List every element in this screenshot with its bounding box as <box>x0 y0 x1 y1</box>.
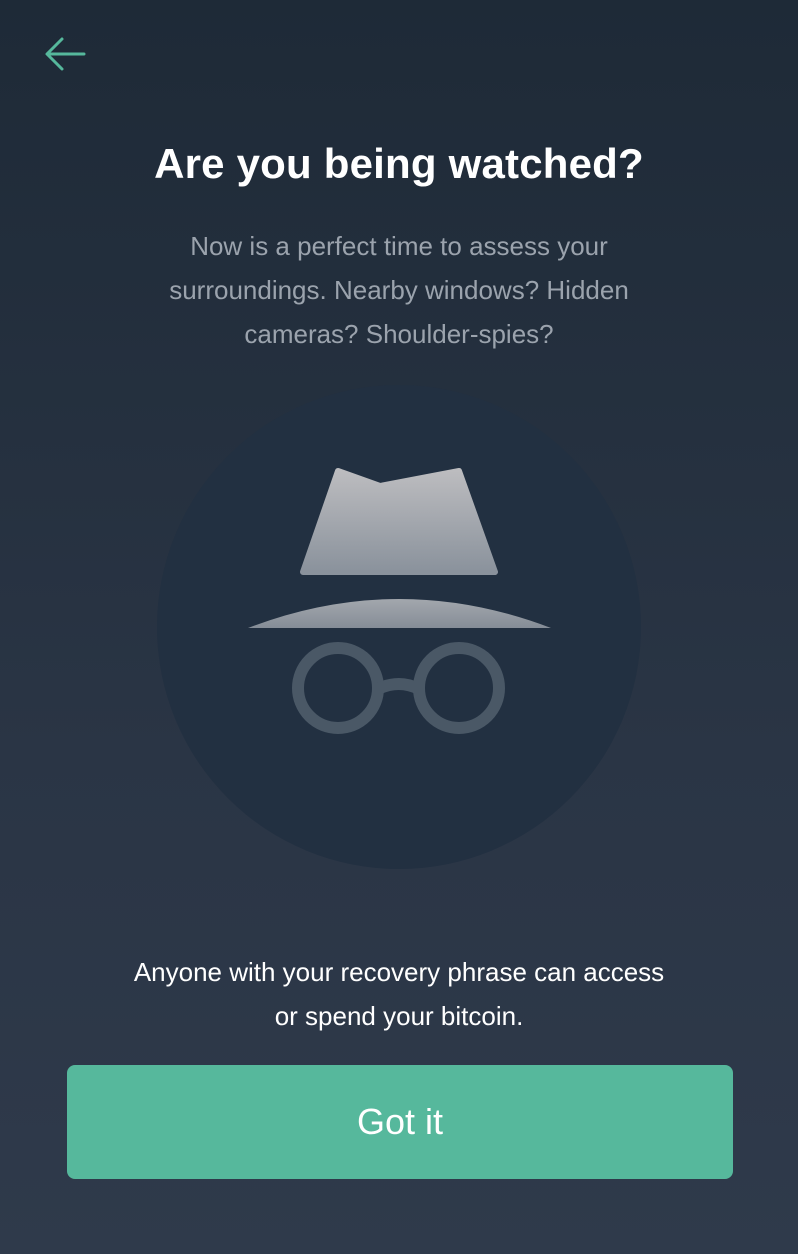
got-it-button[interactable]: Got it <box>67 1065 733 1179</box>
page-title: Are you being watched? <box>154 140 644 187</box>
incognito-spy-icon <box>157 385 641 869</box>
page-subtitle: Now is a perfect time to assess your sur… <box>169 231 629 349</box>
arrow-left-icon <box>45 37 86 71</box>
warning-text: Anyone with your recovery phrase can acc… <box>133 957 665 1031</box>
recovery-phrase-warning-screen: Are you being watched? Now is a perfect … <box>0 0 798 1254</box>
back-button[interactable] <box>36 30 92 78</box>
